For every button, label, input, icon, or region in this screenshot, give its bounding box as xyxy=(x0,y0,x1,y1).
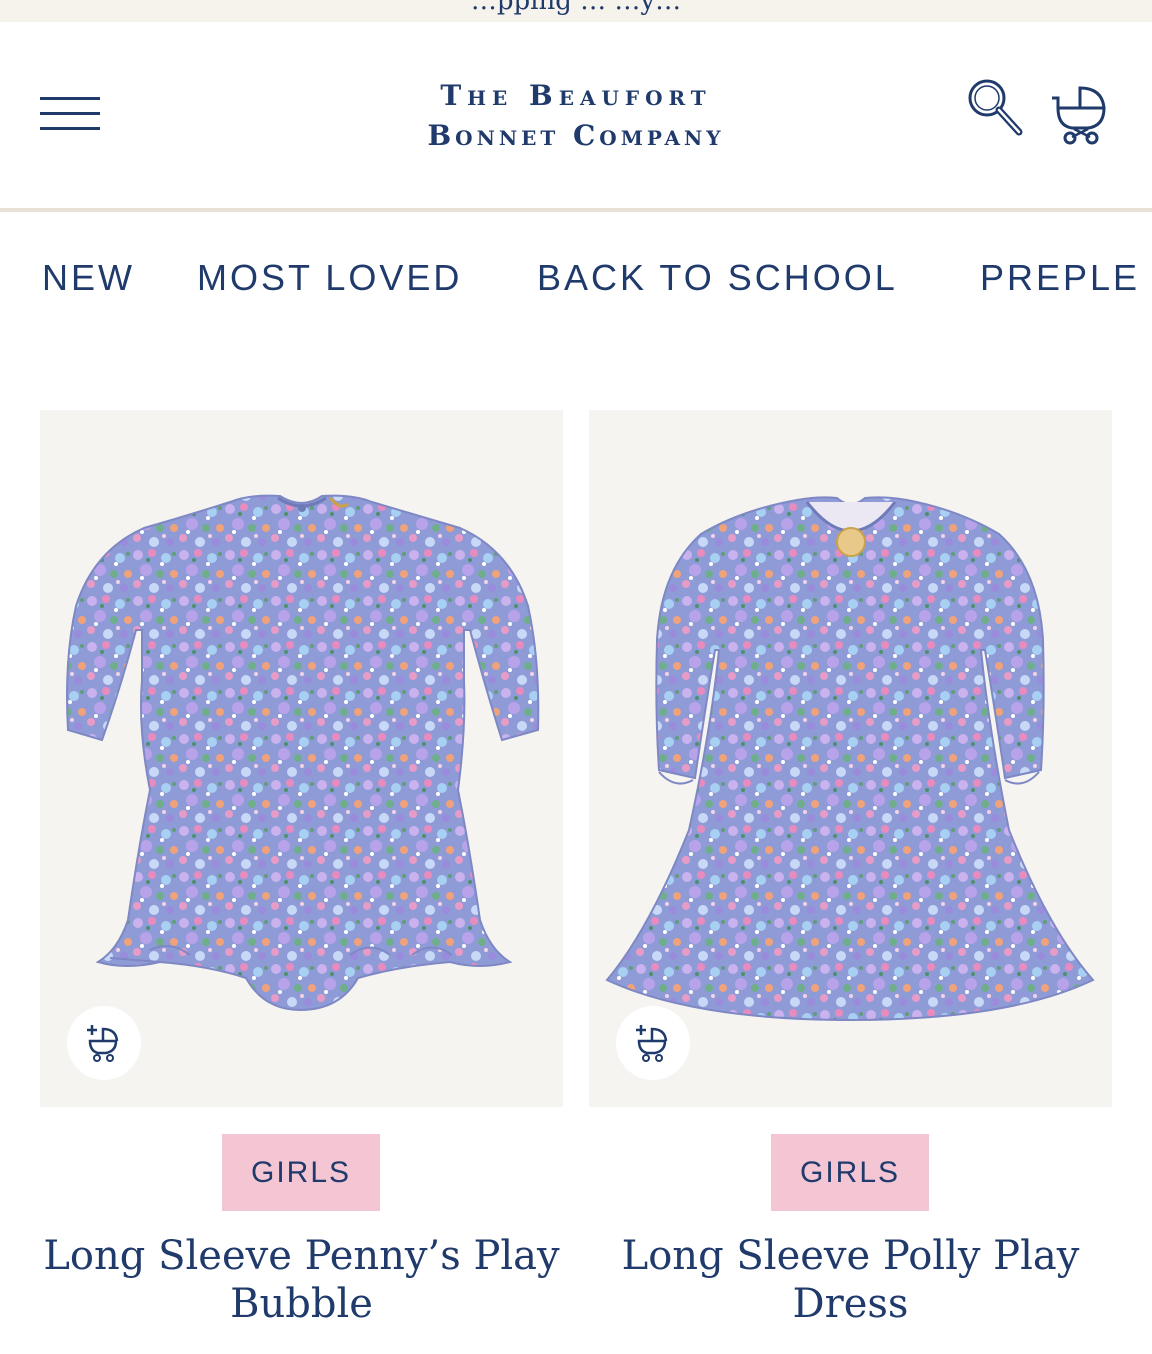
logo-line-2: Bonnet Company xyxy=(427,119,725,152)
brand-logo[interactable]: The Beaufort Bonnet Company xyxy=(330,76,822,156)
category-nav: NEW MOST LOVED BACK TO SCHOOL PREPLE xyxy=(0,252,1152,304)
add-to-cart-icon[interactable] xyxy=(616,1006,690,1080)
category-badge: GIRLS xyxy=(771,1134,929,1211)
product-image[interactable] xyxy=(40,410,563,1107)
promo-text: …pping … …y… xyxy=(470,0,682,16)
product-title-line-1: Long Sleeve Penny’s Play xyxy=(43,1233,560,1279)
nav-item-back-to-school[interactable]: BACK TO SCHOOL xyxy=(537,252,898,304)
header-divider xyxy=(0,208,1152,212)
cart-icon[interactable] xyxy=(1050,82,1114,148)
product-title[interactable]: Long Sleeve Penny’s Play Bubble xyxy=(40,1232,563,1328)
add-to-cart-icon[interactable] xyxy=(67,1006,141,1080)
search-icon[interactable] xyxy=(963,76,1027,140)
nav-item-new[interactable]: NEW xyxy=(42,252,135,304)
nav-item-preple[interactable]: PREPLE xyxy=(980,252,1140,304)
product-title-line-2: Dress xyxy=(792,1281,909,1327)
category-badge: GIRLS xyxy=(222,1134,380,1211)
product-image[interactable] xyxy=(589,410,1112,1107)
hamburger-menu-icon[interactable] xyxy=(40,97,100,133)
logo-line-1: The Beaufort xyxy=(440,79,712,112)
product-title-line-1: Long Sleeve Polly Play xyxy=(621,1233,1080,1279)
nav-item-most-loved[interactable]: MOST LOVED xyxy=(197,252,462,304)
promo-bar: …pping … …y… xyxy=(0,0,1152,22)
product-title[interactable]: Long Sleeve Polly Play Dress xyxy=(589,1232,1112,1328)
product-title-line-2: Bubble xyxy=(230,1281,373,1327)
